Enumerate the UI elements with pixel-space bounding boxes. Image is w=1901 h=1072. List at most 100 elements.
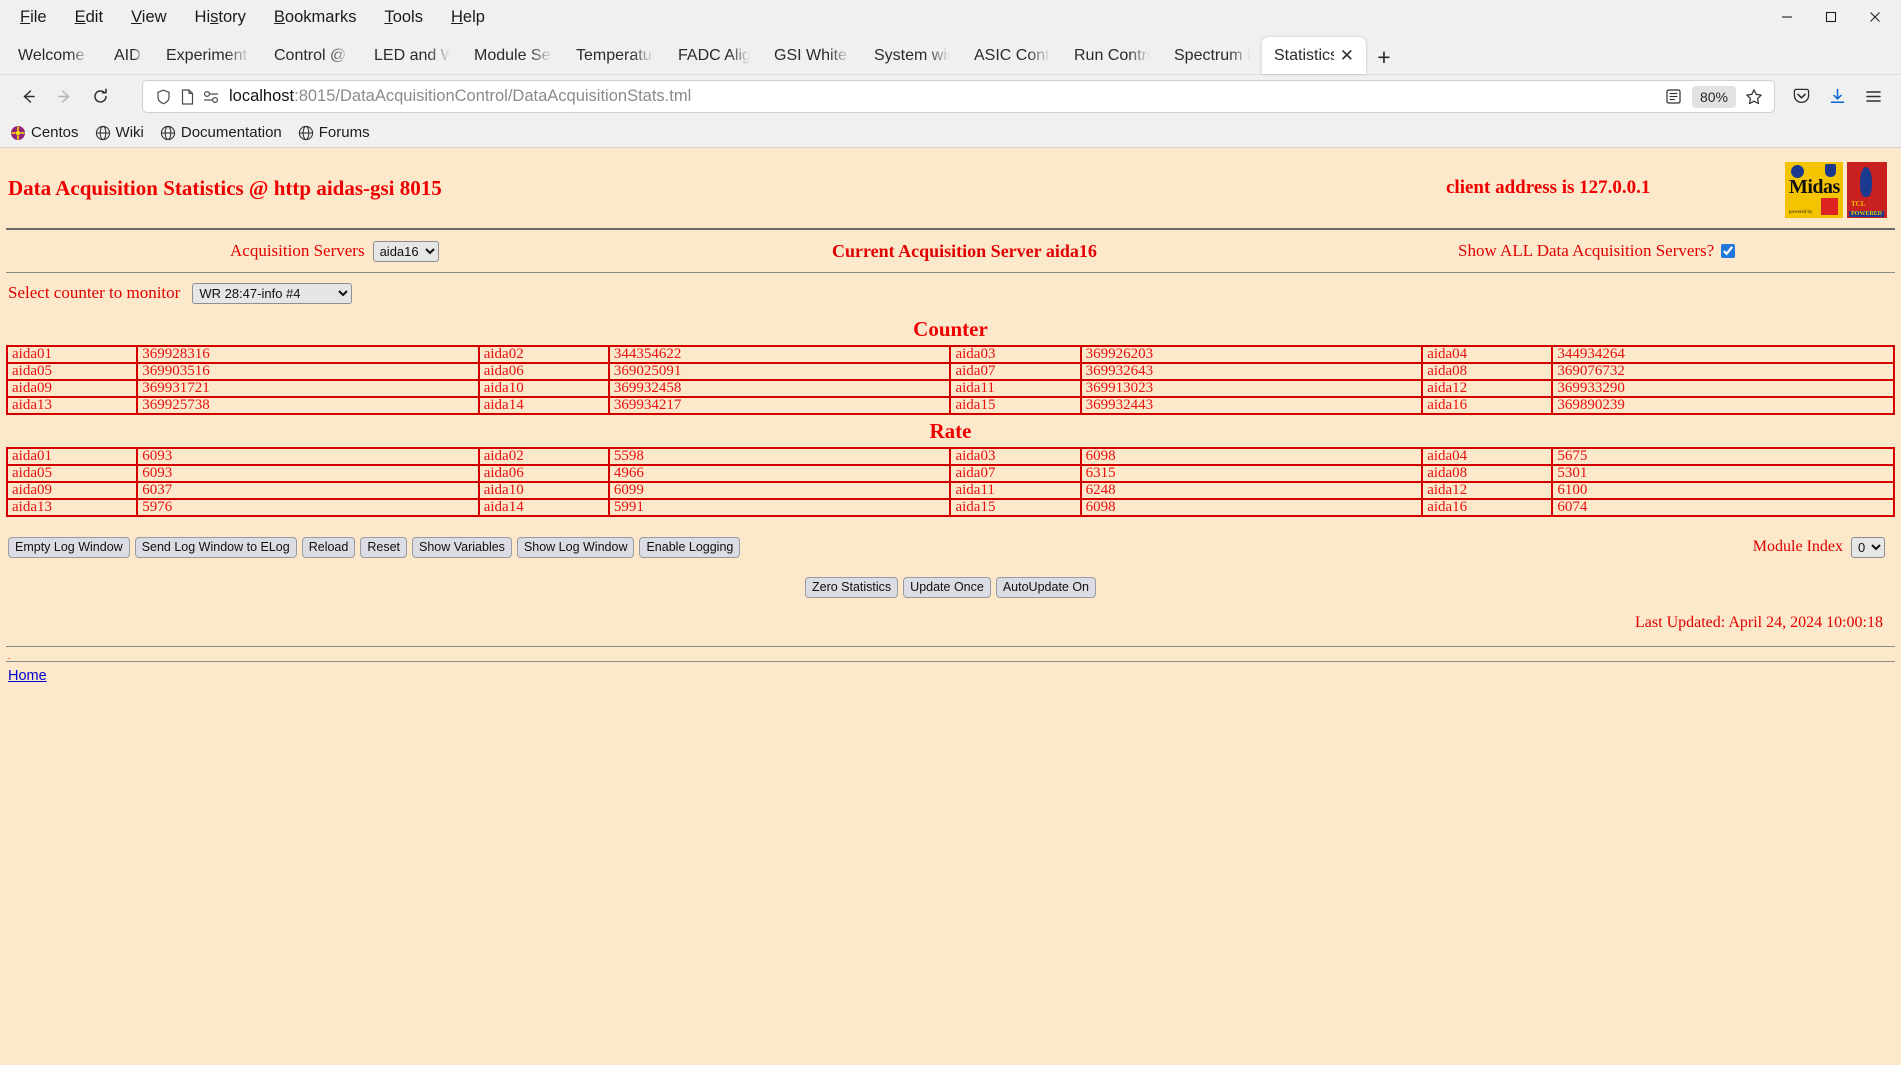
bookmarks-bar: Centos Wiki Documentation Forums bbox=[0, 118, 1901, 148]
tab-close-icon[interactable]: ✕ bbox=[1340, 47, 1354, 64]
tab-12[interactable]: Spectrum Browse bbox=[1162, 37, 1262, 74]
show-all-servers-group: Show ALL Data Acquisition Servers? bbox=[1458, 241, 1736, 261]
log-button-show-variables[interactable]: Show Variables bbox=[412, 536, 512, 558]
module-index-select[interactable]: 0 bbox=[1851, 536, 1885, 558]
table-row: aida05 369903516 aida06 369025091 aida07 3699… bbox=[5, 362, 1895, 381]
menu-item-edit[interactable]: Edit bbox=[61, 5, 117, 30]
url-bar[interactable]: localhost:8015/DataAcquisitionControl/Da… bbox=[142, 80, 1775, 113]
log-button-empty-log-window[interactable]: Empty Log Window bbox=[8, 536, 130, 558]
menu-item-file[interactable]: File bbox=[6, 5, 61, 30]
tab-5[interactable]: Module Settings bbox=[462, 37, 564, 74]
module-value-cell: 5976 bbox=[136, 498, 480, 517]
bookmark-wiki[interactable]: Wiki bbox=[95, 124, 144, 141]
log-button-row: Empty Log Window Send Log Window to ELog R… bbox=[6, 517, 1895, 561]
counter-selection-row: Select counter to monitor WR 28:47-info … bbox=[6, 273, 1895, 313]
rate-section-title: Rate bbox=[929, 419, 972, 443]
tab-7[interactable]: FADC Align & Co bbox=[666, 37, 762, 74]
tab-4[interactable]: LED and Wavefor bbox=[362, 37, 462, 74]
menu-bar: File Edit View History Bookmarks Tools H… bbox=[0, 0, 1901, 34]
tab-8[interactable]: GSI White Rabbit bbox=[762, 37, 862, 74]
tab-11[interactable]: Run Control @ ai bbox=[1062, 37, 1162, 74]
module-name-cell: aida14 bbox=[477, 396, 610, 415]
tcl-powered-logo: TCL POWERED bbox=[1847, 162, 1887, 218]
tab-label: Module Settings bbox=[474, 46, 552, 64]
action-button-update-once[interactable]: Update Once bbox=[903, 577, 991, 598]
tab-13[interactable]: Statistics @ aid ✕ bbox=[1262, 37, 1366, 74]
counter-select[interactable]: WR 28:47-info #4 bbox=[192, 282, 353, 304]
footer-divider-bottom bbox=[6, 661, 1895, 662]
log-button-enable-logging[interactable]: Enable Logging bbox=[639, 536, 741, 558]
show-all-servers-checkbox[interactable] bbox=[1721, 244, 1736, 258]
globe-icon bbox=[298, 125, 314, 141]
url-text[interactable]: localhost:8015/DataAcquisitionControl/Da… bbox=[229, 87, 1662, 106]
bookmark-label: Forums bbox=[318, 124, 370, 141]
permissions-icon[interactable] bbox=[199, 90, 223, 104]
tab-label: System wide Che bbox=[874, 46, 950, 64]
acquisition-server-select[interactable]: aida16 bbox=[372, 240, 439, 262]
pocket-icon[interactable] bbox=[1783, 80, 1819, 114]
maximize-icon[interactable] bbox=[1809, 2, 1853, 32]
home-link[interactable]: Home bbox=[8, 668, 47, 684]
module-name-cell: aida07 bbox=[949, 464, 1082, 483]
menu-item-history[interactable]: History bbox=[181, 5, 260, 30]
bookmark-label: Documentation bbox=[180, 124, 282, 141]
bookmark-forums[interactable]: Forums bbox=[298, 124, 370, 141]
module-value-cell: 369903516 bbox=[136, 362, 480, 381]
table-row: aida13 369925738 aida14 369934217 aida15 3699… bbox=[5, 396, 1895, 415]
module-name-cell: aida02 bbox=[477, 447, 610, 466]
centos-icon bbox=[10, 125, 26, 141]
acquisition-servers-label: Acquisition Servers bbox=[230, 241, 365, 260]
log-button-send-log-window-to-elog[interactable]: Send Log Window to ELog bbox=[134, 536, 297, 558]
module-name-cell: aida16 bbox=[1421, 498, 1554, 517]
minimize-icon[interactable] bbox=[1765, 2, 1809, 32]
action-button-row: Zero Statistics Update Once AutoUpdate On bbox=[6, 561, 1895, 598]
module-value-cell: 369932458 bbox=[607, 379, 952, 398]
module-value-cell: 344934264 bbox=[1551, 345, 1895, 364]
module-name-cell: aida09 bbox=[5, 481, 139, 500]
bookmark-centos[interactable]: Centos bbox=[10, 124, 79, 141]
bookmark-documentation[interactable]: Documentation bbox=[160, 124, 282, 141]
table-row: aida09 6037 aida10 6099 aida11 6248 aida12 6100 bbox=[5, 481, 1895, 500]
star-icon[interactable] bbox=[1742, 88, 1766, 106]
shield-icon[interactable] bbox=[151, 89, 175, 105]
close-icon[interactable] bbox=[1853, 2, 1897, 32]
log-button-reset[interactable]: Reset bbox=[360, 536, 407, 558]
new-tab-button[interactable]: + bbox=[1366, 40, 1402, 74]
menu-item-tools[interactable]: Tools bbox=[370, 5, 437, 30]
module-name-cell: aida06 bbox=[477, 362, 610, 381]
tab-3[interactable]: Control @ aidas- bbox=[262, 37, 362, 74]
action-button-zero-statistics[interactable]: Zero Statistics bbox=[804, 577, 899, 598]
module-value-cell: 369076732 bbox=[1551, 362, 1895, 381]
hamburger-menu-icon[interactable] bbox=[1855, 80, 1891, 114]
menu-item-view[interactable]: View bbox=[117, 5, 180, 30]
log-button-show-log-window[interactable]: Show Log Window bbox=[516, 536, 635, 558]
module-name-cell: aida16 bbox=[1421, 396, 1554, 415]
footer-dot: . bbox=[8, 651, 11, 661]
module-name-cell: aida10 bbox=[477, 481, 610, 500]
zoom-level-indicator[interactable]: 80% bbox=[1691, 85, 1736, 108]
log-button-reload[interactable]: Reload bbox=[301, 536, 356, 558]
tab-label: Experiment Contr bbox=[166, 46, 250, 64]
back-icon[interactable] bbox=[10, 80, 46, 114]
menu-item-bookmarks[interactable]: Bookmarks bbox=[260, 5, 371, 30]
module-name-cell: aida09 bbox=[5, 379, 139, 398]
tab-6[interactable]: Temperature and bbox=[564, 37, 666, 74]
module-value-cell: 369925738 bbox=[136, 396, 480, 415]
tab-label: FADC Align & Co bbox=[678, 46, 750, 64]
midas-logo: Midas powered by bbox=[1785, 162, 1843, 218]
download-icon[interactable] bbox=[1819, 80, 1855, 114]
tab-1[interactable]: AIDA bbox=[102, 37, 154, 74]
menu-item-help[interactable]: Help bbox=[437, 5, 499, 30]
tab-9[interactable]: System wide Che bbox=[862, 37, 962, 74]
module-name-cell: aida03 bbox=[949, 345, 1082, 364]
module-name-cell: aida03 bbox=[949, 447, 1082, 466]
tab-10[interactable]: ASIC Control @ a bbox=[962, 37, 1062, 74]
module-value-cell: 369934217 bbox=[607, 396, 952, 415]
tab-0[interactable]: Welcome to Cent bbox=[6, 37, 102, 74]
action-button-autoupdate-on[interactable]: AutoUpdate On bbox=[995, 577, 1097, 598]
globe-icon bbox=[95, 125, 111, 141]
tab-2[interactable]: Experiment Contr bbox=[154, 37, 262, 74]
reload-icon[interactable] bbox=[82, 80, 118, 114]
reader-view-icon[interactable] bbox=[1662, 88, 1686, 105]
toolbar-right-actions bbox=[1783, 80, 1891, 114]
